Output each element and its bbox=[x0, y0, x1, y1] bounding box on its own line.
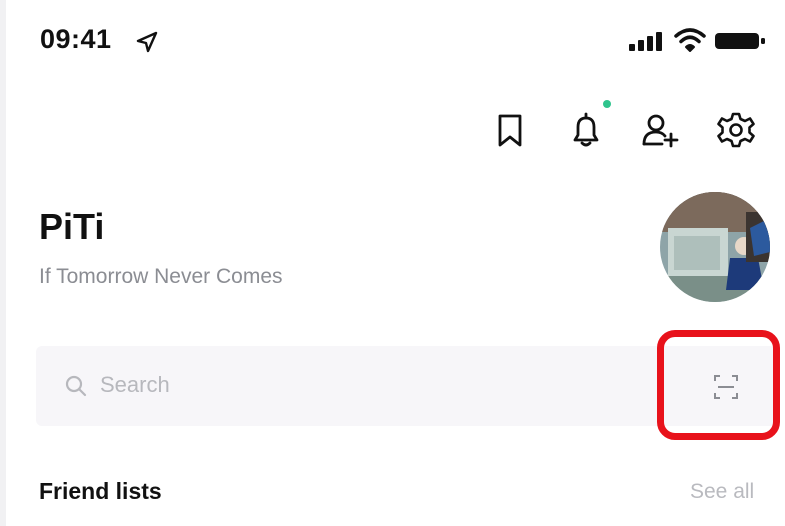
search-icon bbox=[65, 375, 87, 397]
settings-button[interactable] bbox=[714, 108, 758, 152]
search-placeholder: Search bbox=[100, 372, 170, 397]
home-screen: 09:41 PiTi If Tomorrow Never Comes Searc… bbox=[6, 0, 785, 526]
see-all-link[interactable]: See all bbox=[690, 480, 754, 504]
notification-bell-icon bbox=[573, 112, 599, 147]
notifications-button[interactable] bbox=[564, 108, 608, 152]
bookmark-button[interactable] bbox=[488, 108, 532, 152]
qr-scan-button[interactable] bbox=[712, 373, 740, 401]
settings-gear-icon bbox=[717, 112, 755, 148]
friend-lists-heading: Friend lists bbox=[39, 478, 162, 504]
add-friend-button[interactable] bbox=[638, 108, 682, 152]
cellular-signal-icon bbox=[629, 32, 662, 51]
bookmark-icon bbox=[498, 114, 522, 147]
profile-name[interactable]: PiTi bbox=[39, 206, 104, 248]
location-arrow-icon bbox=[136, 31, 158, 53]
notification-badge-dot bbox=[603, 100, 611, 108]
add-friend-icon bbox=[642, 114, 679, 148]
profile-photo bbox=[660, 192, 770, 302]
wifi-icon bbox=[674, 28, 706, 52]
battery-icon bbox=[715, 33, 765, 49]
profile-status-message[interactable]: If Tomorrow Never Comes bbox=[39, 265, 283, 289]
qr-scan-icon bbox=[714, 375, 738, 399]
status-time: 09:41 bbox=[40, 24, 112, 54]
avatar[interactable] bbox=[660, 192, 770, 302]
search-bar[interactable]: Search bbox=[36, 346, 776, 426]
